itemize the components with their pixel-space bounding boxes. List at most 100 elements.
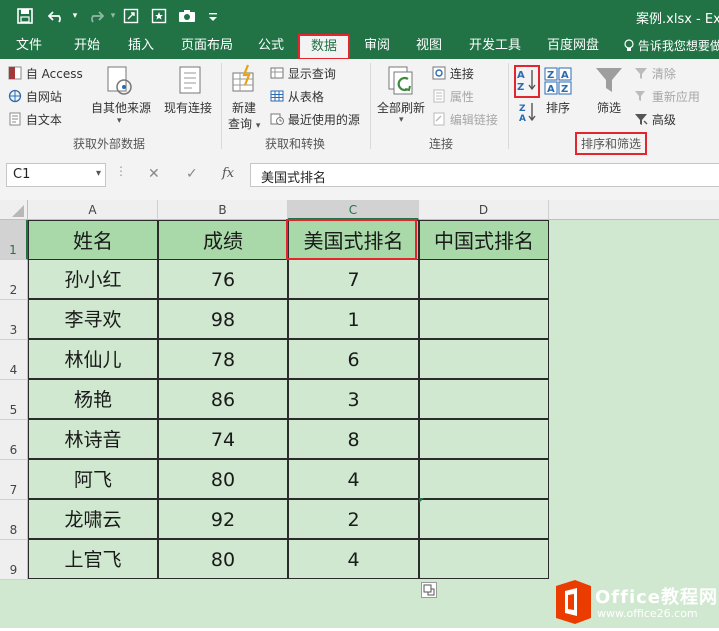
cell-d2[interactable]: [419, 259, 549, 299]
cell-c9[interactable]: 4: [288, 539, 419, 579]
cell-b3[interactable]: 98: [158, 299, 288, 339]
formula-input[interactable]: 美国式排名: [250, 163, 719, 187]
cell-a2[interactable]: 孙小红: [28, 259, 158, 299]
redo-icon[interactable]: [84, 6, 106, 26]
cancel-icon[interactable]: ✕: [148, 166, 160, 182]
tab-review[interactable]: 审阅: [353, 33, 401, 59]
cell-a5[interactable]: 杨艳: [28, 379, 158, 419]
cell-a4[interactable]: 林仙儿: [28, 339, 158, 379]
other-sources-dropdown-icon[interactable]: ▾: [117, 116, 122, 126]
sort-z-to-a-button[interactable]: Z A: [518, 101, 538, 126]
cell-c7[interactable]: 4: [288, 459, 419, 499]
cell-d6[interactable]: [419, 419, 549, 459]
from-text-button[interactable]: 自文本: [8, 111, 62, 128]
formula-bar-resize-handle-icon[interactable]: ⋮: [115, 164, 127, 178]
cell-a9[interactable]: 上官飞: [28, 539, 158, 579]
worksheet-grid[interactable]: A B C D 123456789 姓名 成绩 美国式排名 中国式排名 孙小红 76 7 李寻…: [0, 200, 719, 628]
cell-c2[interactable]: 7: [288, 259, 419, 299]
quick-analysis-icon[interactable]: [421, 582, 437, 598]
from-table-button[interactable]: 从表格: [270, 88, 324, 105]
new-query-label1[interactable]: 新建: [232, 99, 256, 116]
other-sources-button[interactable]: 自其他来源: [91, 99, 151, 116]
refresh-all-button[interactable]: 全部刷新: [377, 99, 425, 116]
cell-a6[interactable]: 林诗音: [28, 419, 158, 459]
undo-dropdown-icon[interactable]: ▾: [70, 6, 80, 26]
recent-sources-button[interactable]: 最近使用的源: [270, 111, 360, 128]
column-header-c[interactable]: C: [288, 200, 419, 220]
cell-c4[interactable]: 6: [288, 339, 419, 379]
tab-data[interactable]: 数据: [298, 34, 350, 60]
refresh-all-dropdown-icon[interactable]: ▾: [399, 115, 404, 125]
cell-d3[interactable]: [419, 299, 549, 339]
row-header-6[interactable]: 6: [0, 420, 28, 460]
existing-connections-button[interactable]: 现有连接: [164, 99, 212, 116]
name-box[interactable]: C1 ▾: [6, 163, 106, 187]
tab-home[interactable]: 开始: [62, 33, 112, 59]
row-header-2[interactable]: 2: [0, 260, 28, 300]
cell-c6[interactable]: 8: [288, 419, 419, 459]
row-header-8[interactable]: 8: [0, 500, 28, 540]
cell-d4[interactable]: [419, 339, 549, 379]
header-cell-b[interactable]: 成绩: [158, 220, 288, 260]
tab-insert[interactable]: 插入: [116, 33, 166, 59]
header-cell-d[interactable]: 中国式排名: [419, 220, 549, 260]
column-header-d[interactable]: D: [419, 200, 549, 220]
row-header-9[interactable]: 9: [0, 540, 28, 580]
name-box-dropdown-icon[interactable]: ▾: [96, 168, 101, 179]
column-header-e[interactable]: [549, 200, 719, 220]
cell-b8[interactable]: 92: [158, 499, 288, 539]
from-web-button[interactable]: 自网站: [8, 88, 62, 105]
select-all-corner[interactable]: [0, 200, 28, 220]
tab-page-layout[interactable]: 页面布局: [174, 33, 240, 59]
header-cell-a[interactable]: 姓名: [28, 220, 158, 260]
advanced-filter-button[interactable]: 高级: [634, 111, 676, 128]
save-icon[interactable]: [14, 6, 36, 26]
tab-formulas[interactable]: 公式: [246, 33, 296, 59]
tab-developer[interactable]: 开发工具: [462, 33, 528, 59]
row-header-1[interactable]: 1: [0, 220, 28, 260]
cell-c3[interactable]: 1: [288, 299, 419, 339]
camera-icon[interactable]: [176, 6, 198, 26]
from-access-button[interactable]: 自 Access: [8, 65, 83, 82]
cell-b6[interactable]: 74: [158, 419, 288, 459]
undo-icon[interactable]: [46, 6, 68, 26]
tell-me-search[interactable]: 告诉我您想要做: [624, 33, 719, 59]
connections-button[interactable]: 连接: [432, 65, 474, 82]
cell-d9[interactable]: [419, 539, 549, 579]
cell-b4[interactable]: 78: [158, 339, 288, 379]
tab-baidu-netdisk[interactable]: 百度网盘: [540, 33, 606, 59]
show-queries-button[interactable]: 显示查询: [270, 65, 336, 82]
error-indicator-icon[interactable]: [419, 498, 424, 503]
clear-filter-button[interactable]: 清除: [634, 65, 676, 82]
screenshot-frame-icon[interactable]: [120, 6, 142, 26]
new-query-button[interactable]: 查询 ▾: [228, 115, 260, 132]
cell-d8[interactable]: [419, 499, 549, 539]
sort-button[interactable]: 排序: [546, 99, 570, 116]
properties-button[interactable]: 属性: [432, 88, 474, 105]
insert-function-icon[interactable]: fx: [222, 166, 234, 181]
row-header-5[interactable]: 5: [0, 380, 28, 420]
column-header-b[interactable]: B: [158, 200, 288, 220]
picture-star-icon[interactable]: [148, 6, 170, 26]
cell-b2[interactable]: 76: [158, 259, 288, 299]
cell-d5[interactable]: [419, 379, 549, 419]
cell-b9[interactable]: 80: [158, 539, 288, 579]
edit-links-button[interactable]: 编辑链接: [432, 111, 498, 128]
filter-button[interactable]: 筛选: [597, 99, 621, 116]
tab-view[interactable]: 视图: [405, 33, 453, 59]
cell-c8[interactable]: 2: [288, 499, 419, 539]
customize-toolbar-icon[interactable]: [206, 6, 220, 26]
cell-a7[interactable]: 阿飞: [28, 459, 158, 499]
row-header-7[interactable]: 7: [0, 460, 28, 500]
cell-a3[interactable]: 李寻欢: [28, 299, 158, 339]
reapply-button[interactable]: 重新应用: [634, 88, 700, 105]
enter-icon[interactable]: ✓: [186, 166, 198, 182]
cell-a8[interactable]: 龙啸云: [28, 499, 158, 539]
column-header-a[interactable]: A: [28, 200, 158, 220]
tab-file[interactable]: 文件: [4, 33, 54, 59]
cell-c5[interactable]: 3: [288, 379, 419, 419]
cell-d7[interactable]: [419, 459, 549, 499]
redo-dropdown-icon[interactable]: ▾: [108, 6, 118, 26]
row-header-3[interactable]: 3: [0, 300, 28, 340]
row-header-4[interactable]: 4: [0, 340, 28, 380]
